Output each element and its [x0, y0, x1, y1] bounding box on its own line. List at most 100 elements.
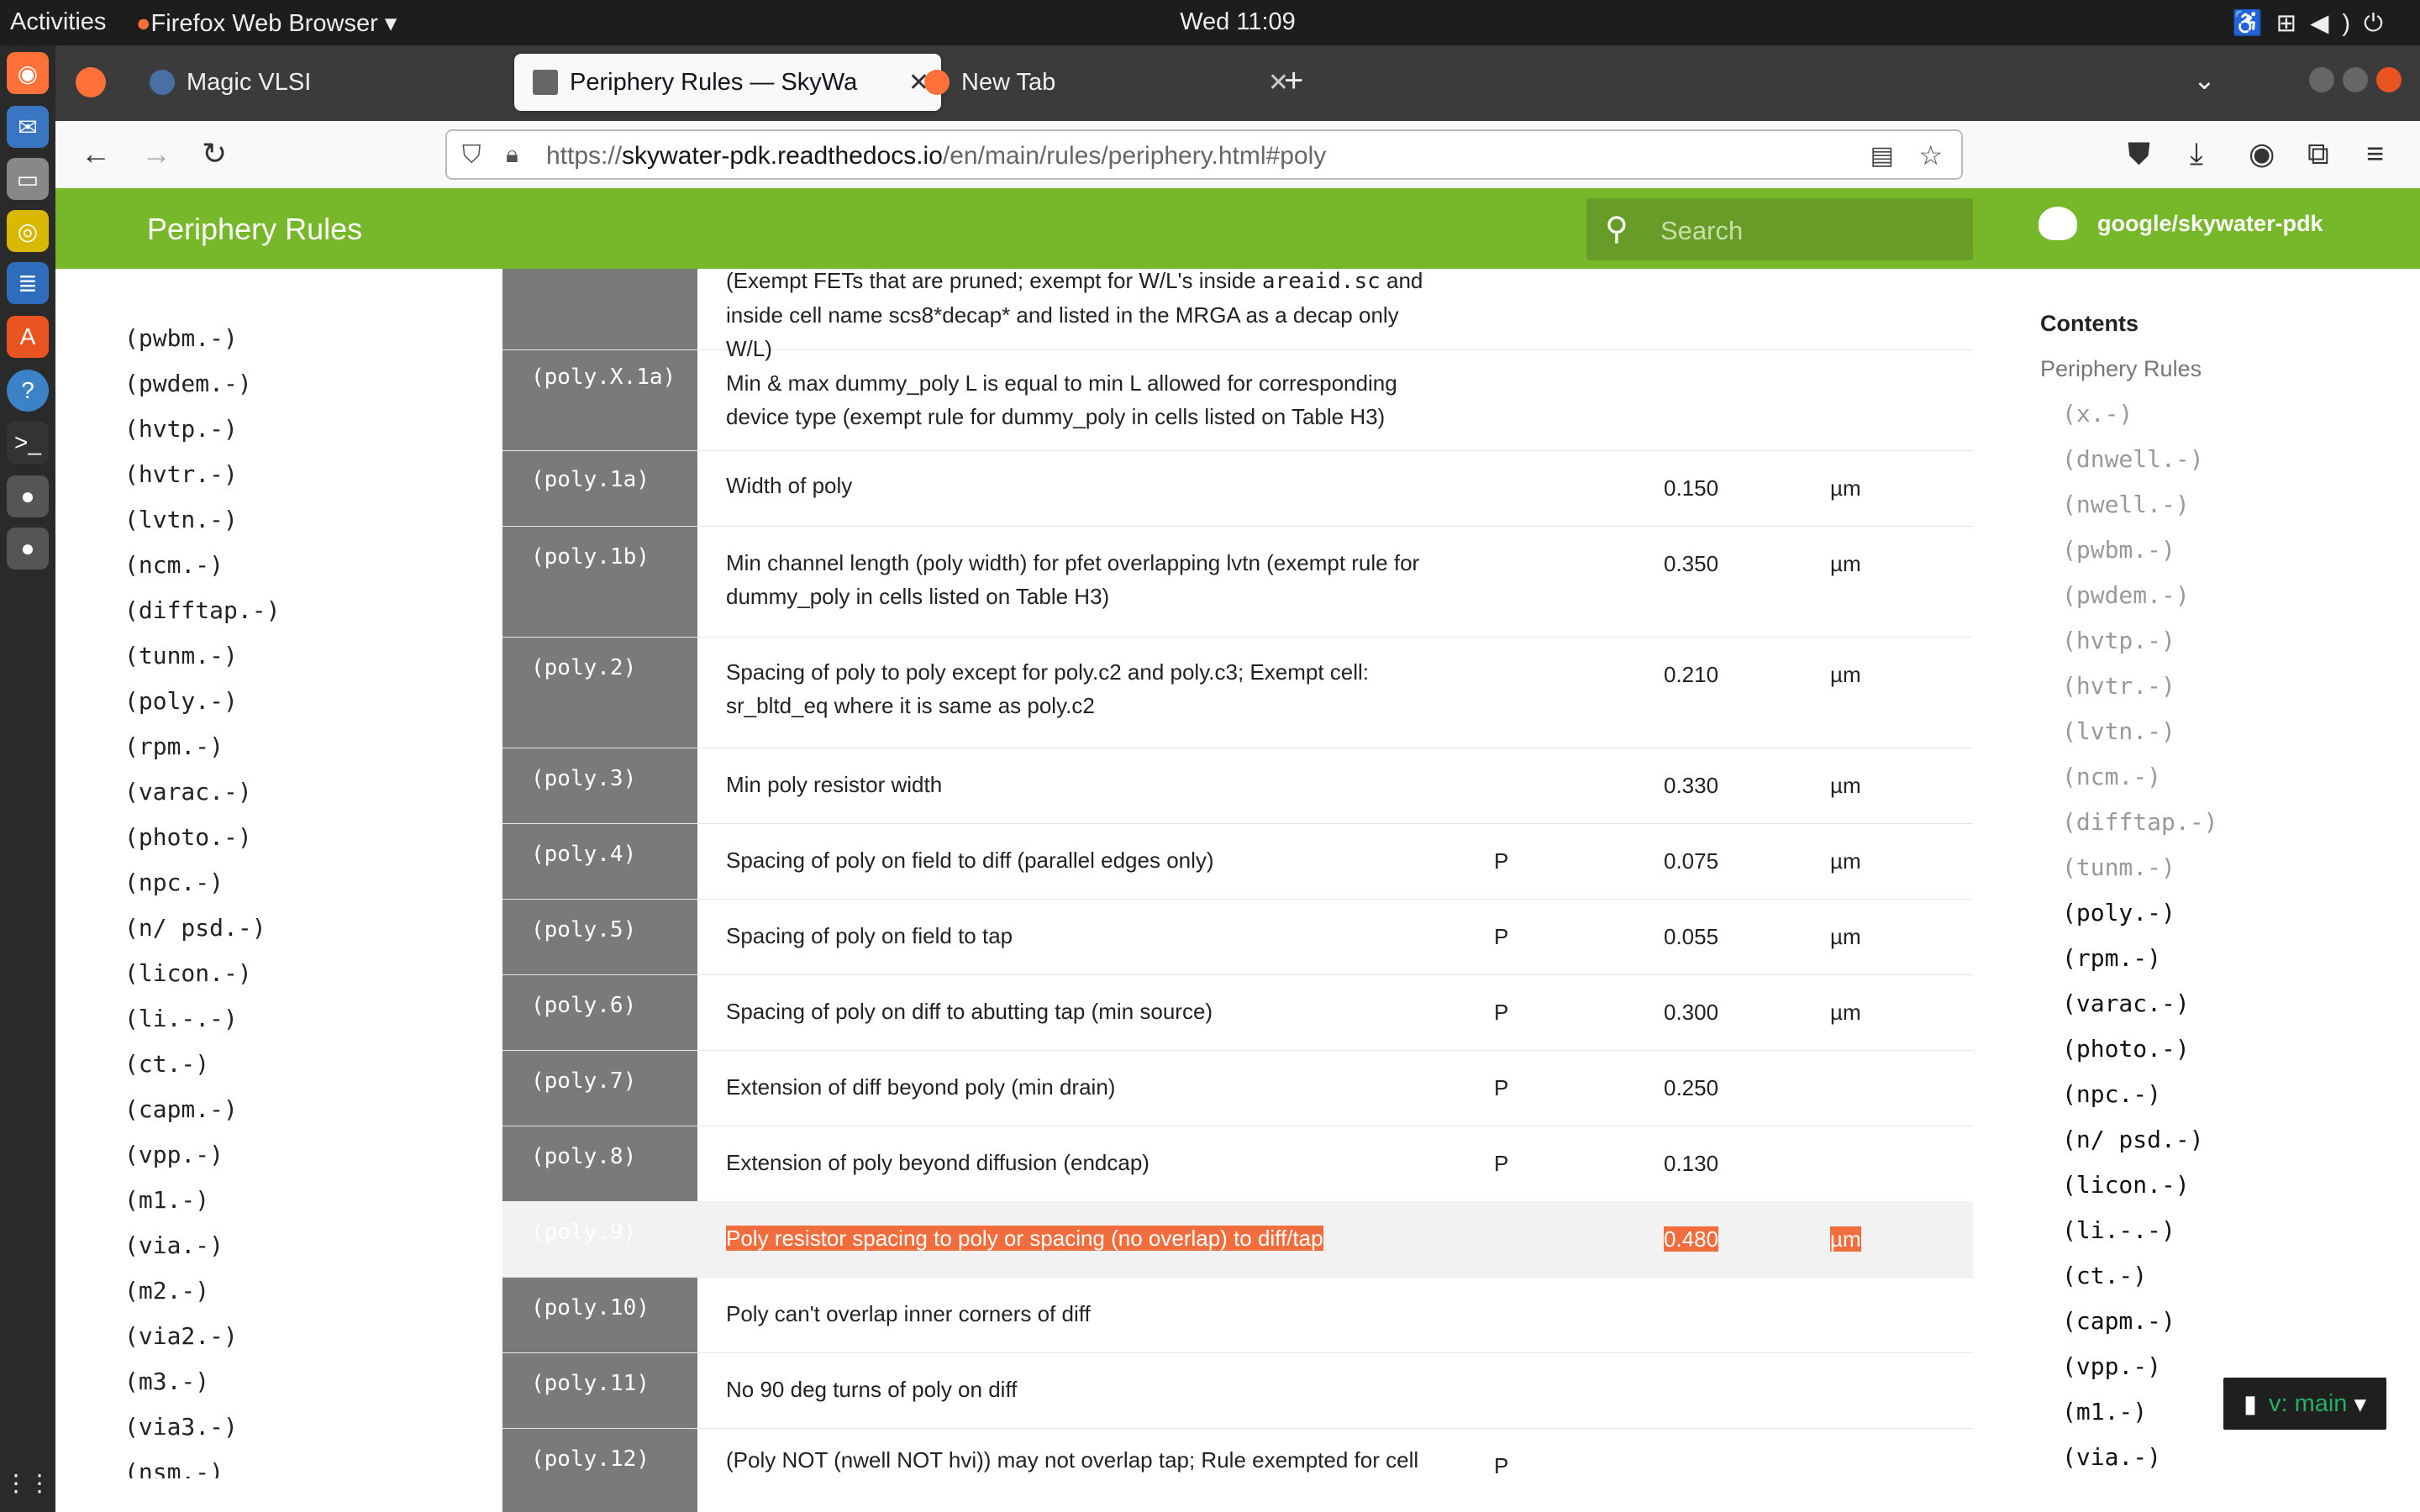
toc-root-link[interactable]: Periphery Rules	[2040, 356, 2202, 382]
url-text[interactable]: https://skywater-pdk.readthedocs.io/en/m…	[546, 142, 1326, 171]
nav-item[interactable]: (npc.-)	[124, 869, 224, 896]
magic-layout-icon[interactable]: ●	[7, 528, 49, 570]
back-icon[interactable]: ←	[81, 136, 111, 171]
nav-item[interactable]: (varac.-)	[124, 778, 252, 806]
nav-item[interactable]: (nsm.-)	[124, 1458, 224, 1478]
toc-item[interactable]: (m1.-)	[2062, 1398, 2147, 1425]
rule-unit[interactable]: µm	[1830, 1226, 1861, 1252]
nav-item[interactable]: (ct.-)	[124, 1050, 209, 1078]
nav-item[interactable]: (difftap.-)	[124, 596, 280, 624]
toc-item[interactable]: (ct.-)	[2062, 1262, 2147, 1289]
toc-item[interactable]: (photo.-)	[2062, 1035, 2190, 1063]
toc-item[interactable]: (hvtp.-)	[2062, 627, 2175, 654]
nav-item[interactable]: (m2.-)	[124, 1277, 209, 1305]
help-icon[interactable]: ?	[7, 370, 49, 412]
extensions-icon[interactable]: ⧉	[2307, 136, 2329, 172]
downloads-icon[interactable]: ⤓	[2190, 136, 2203, 172]
tab-new-tab[interactable]: New Tab ✕	[906, 54, 1301, 111]
rule-value[interactable]: 0.480	[1664, 1226, 1719, 1252]
url-bar[interactable]: ⛉ 🔒︎ https://skywater-pdk.readthedocs.io…	[445, 129, 1963, 180]
repo-link[interactable]: google/skywater-pdk	[2039, 207, 2323, 240]
toc-item[interactable]: (tunm.-)	[2062, 853, 2175, 881]
toc-item[interactable]: (nwell.-)	[2062, 491, 2190, 518]
reload-icon[interactable]: ↻	[202, 136, 227, 171]
new-tab-button[interactable]: +	[1284, 62, 1303, 100]
toc-item[interactable]: (dnwell.-)	[2062, 445, 2204, 473]
network-icon[interactable]: ⊞	[2276, 10, 2310, 37]
minimize-button[interactable]	[2309, 67, 2334, 92]
bookmark-star-icon[interactable]: ☆	[1918, 139, 1943, 171]
activities-button[interactable]: Activities	[10, 8, 106, 36]
tab-magic-vlsi[interactable]: Magic VLSI ✕	[131, 54, 560, 111]
nav-item[interactable]: (licon.-)	[124, 959, 252, 987]
toc-item[interactable]: (li.-.-)	[2062, 1216, 2175, 1244]
tab-periphery-rules[interactable]: Periphery Rules — SkyWa ✕	[514, 54, 941, 111]
toc-item[interactable]: (capm.-)	[2062, 1307, 2175, 1335]
nav-item[interactable]: (tunm.-)	[124, 642, 238, 669]
volume-icon[interactable]: ◀)	[2310, 10, 2364, 37]
app-menu[interactable]: ●Firefox Web Browser ▾	[136, 8, 397, 38]
toc-item[interactable]: (hvtr.-)	[2062, 672, 2175, 700]
nav-item[interactable]: (pwdem.-)	[124, 370, 252, 397]
site-title[interactable]: Periphery Rules	[147, 212, 362, 247]
version-selector[interactable]: ▮ v: main ▾	[2223, 1378, 2386, 1430]
nav-item[interactable]: (n/ psd.-)	[124, 914, 266, 942]
terminal-icon[interactable]: >_	[7, 422, 49, 464]
account-icon[interactable]: ◉	[2249, 136, 2275, 171]
nav-item[interactable]: (hvtr.-)	[124, 460, 238, 488]
shield-icon[interactable]: ⛉	[462, 141, 481, 170]
nav-item[interactable]: (m1.-)	[124, 1186, 209, 1214]
nav-item[interactable]: (via.-)	[124, 1231, 224, 1259]
toc-item[interactable]: (licon.-)	[2062, 1171, 2190, 1199]
nav-item[interactable]: (ncm.-)	[124, 551, 224, 579]
toc-item[interactable]: (lvtn.-)	[2062, 717, 2175, 745]
nav-item[interactable]: (lvtn.-)	[124, 506, 238, 533]
rhythmbox-icon[interactable]: ◎	[7, 210, 49, 252]
toc-item-active[interactable]: (poly.-)	[2062, 899, 2175, 927]
power-icon[interactable]: ⏻	[2364, 10, 2396, 37]
close-window-button[interactable]	[2376, 67, 2402, 92]
rule-description[interactable]: Poly resistor spacing to poly or spacing…	[726, 1221, 1449, 1255]
forward-icon[interactable]: →	[141, 136, 171, 171]
nav-item[interactable]: (pwbm.-)	[124, 324, 238, 352]
toc-item[interactable]: (ncm.-)	[2062, 763, 2161, 790]
thunderbird-icon[interactable]: ✉	[7, 106, 49, 148]
reader-view-icon[interactable]: ▤	[1870, 141, 1894, 171]
list-all-tabs-icon[interactable]: ⌄	[2193, 64, 2216, 96]
pocket-icon[interactable]: ⛊	[2128, 136, 2150, 172]
toc-item[interactable]: (pwdem.-)	[2062, 581, 2190, 609]
nav-item[interactable]: (capm.-)	[124, 1095, 238, 1123]
search-input[interactable]: Search	[1660, 216, 1743, 246]
nav-item[interactable]: (photo.-)	[124, 823, 252, 851]
nav-item[interactable]: (poly.-)	[124, 687, 238, 715]
software-icon[interactable]: A	[7, 316, 49, 358]
toc-item[interactable]: (pwbm.-)	[2062, 536, 2175, 564]
nav-item[interactable]: (rpm.-)	[124, 732, 224, 760]
nav-item[interactable]: (hvtp.-)	[124, 415, 238, 443]
nav-item[interactable]: (li.-.-)	[124, 1005, 238, 1032]
system-tray[interactable]: ♿⊞◀)⏻	[2233, 8, 2396, 38]
magic-window-icon[interactable]: ●	[7, 475, 49, 517]
menu-icon[interactable]: ≡	[2366, 136, 2384, 171]
clock[interactable]: Wed 11:09	[1176, 8, 1299, 36]
toc-item[interactable]: (x.-)	[2062, 400, 2133, 428]
nav-item[interactable]: (via3.-)	[124, 1413, 238, 1441]
nav-item[interactable]: (vpp.-)	[124, 1141, 224, 1168]
toc-item[interactable]: (rpm.-)	[2062, 944, 2161, 972]
writer-icon[interactable]: ≣	[7, 262, 49, 304]
nav-item[interactable]: (m3.-)	[124, 1368, 209, 1395]
firefox-icon[interactable]: ◉	[7, 52, 49, 94]
files-icon[interactable]: ▭	[7, 158, 49, 200]
firefox-view-icon[interactable]	[76, 67, 106, 97]
nav-item[interactable]: (via2.-)	[124, 1322, 238, 1350]
search-box[interactable]: ⚲ Search	[1586, 198, 1973, 260]
toc-item[interactable]: (difftap.-)	[2062, 808, 2217, 836]
toc-item[interactable]: (via.-)	[2062, 1443, 2161, 1471]
maximize-button[interactable]	[2343, 67, 2368, 92]
toc-item[interactable]: (npc.-)	[2062, 1080, 2161, 1108]
toc-item[interactable]: (n/ psd.-)	[2062, 1126, 2204, 1153]
toc-item[interactable]: (varac.-)	[2062, 990, 2190, 1017]
lock-icon[interactable]: 🔒︎	[506, 141, 518, 169]
accessibility-icon[interactable]: ♿	[2233, 10, 2276, 37]
toc-item[interactable]: (vpp.-)	[2062, 1352, 2161, 1380]
